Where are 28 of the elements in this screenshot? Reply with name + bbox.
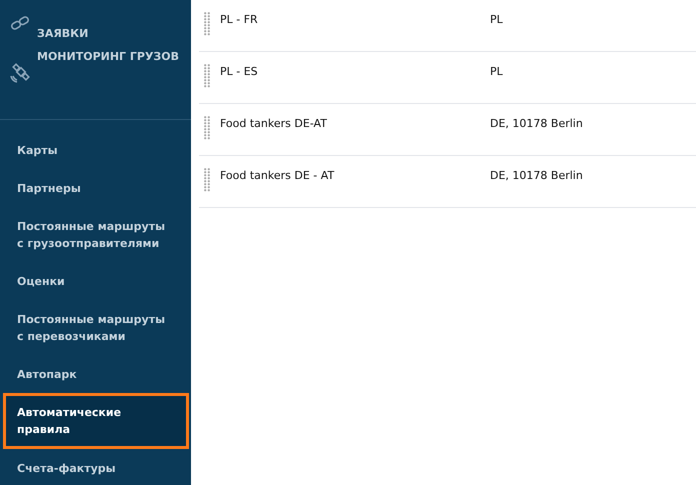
drag-handle-icon[interactable]: [204, 168, 210, 192]
table-cell-text: PL - ES: [220, 65, 259, 78]
table-cell-text: PL - FR: [220, 13, 259, 26]
table-cell-text: Food tankers DE-AT: [220, 117, 328, 130]
table-row[interactable]: Food tankers DE - AT DE, 10178 Berlin: [199, 156, 696, 208]
table-row[interactable]: PL - ES PL: [199, 52, 696, 104]
table-cell: DE, 10178 Berlin: [490, 117, 583, 130]
menu-item[interactable]: Карты: [0, 131, 191, 169]
satellite-icon: [9, 62, 31, 84]
table-cell-text: Food tankers DE - AT: [220, 169, 336, 182]
menu-item[interactable]: Партнеры: [0, 169, 191, 207]
link-icon: [9, 14, 31, 32]
table-row[interactable]: Food tankers DE-AT DE, 10178 Berlin: [199, 104, 696, 156]
table-row[interactable]: PL - FR PL: [199, 0, 696, 52]
table-cell: DE, 10178 Berlin: [490, 169, 583, 182]
menu-item[interactable]: Постоянные маршруты с грузоотправителями: [0, 207, 191, 262]
table-cell: PL: [490, 65, 503, 78]
drag-handle-icon[interactable]: [204, 116, 210, 140]
drag-handle-icon[interactable]: [204, 12, 210, 36]
menu-item[interactable]: Автопарк: [0, 355, 191, 393]
menu-item[interactable]: ЗАЯВКИ: [37, 27, 88, 40]
table-cell: PL: [490, 13, 503, 26]
menu-item[interactable]: Постоянные маршруты с перевозчиками: [0, 300, 191, 355]
menu-item[interactable]: Автоматические правила: [3, 393, 189, 449]
menu-item[interactable]: МОНИТОРИНГ ГРУЗОВ: [37, 50, 179, 63]
drag-handle-icon[interactable]: [204, 64, 210, 88]
menu-item[interactable]: Счета-фактуры: [0, 449, 191, 485]
menu-item[interactable]: Оценки: [0, 262, 191, 300]
